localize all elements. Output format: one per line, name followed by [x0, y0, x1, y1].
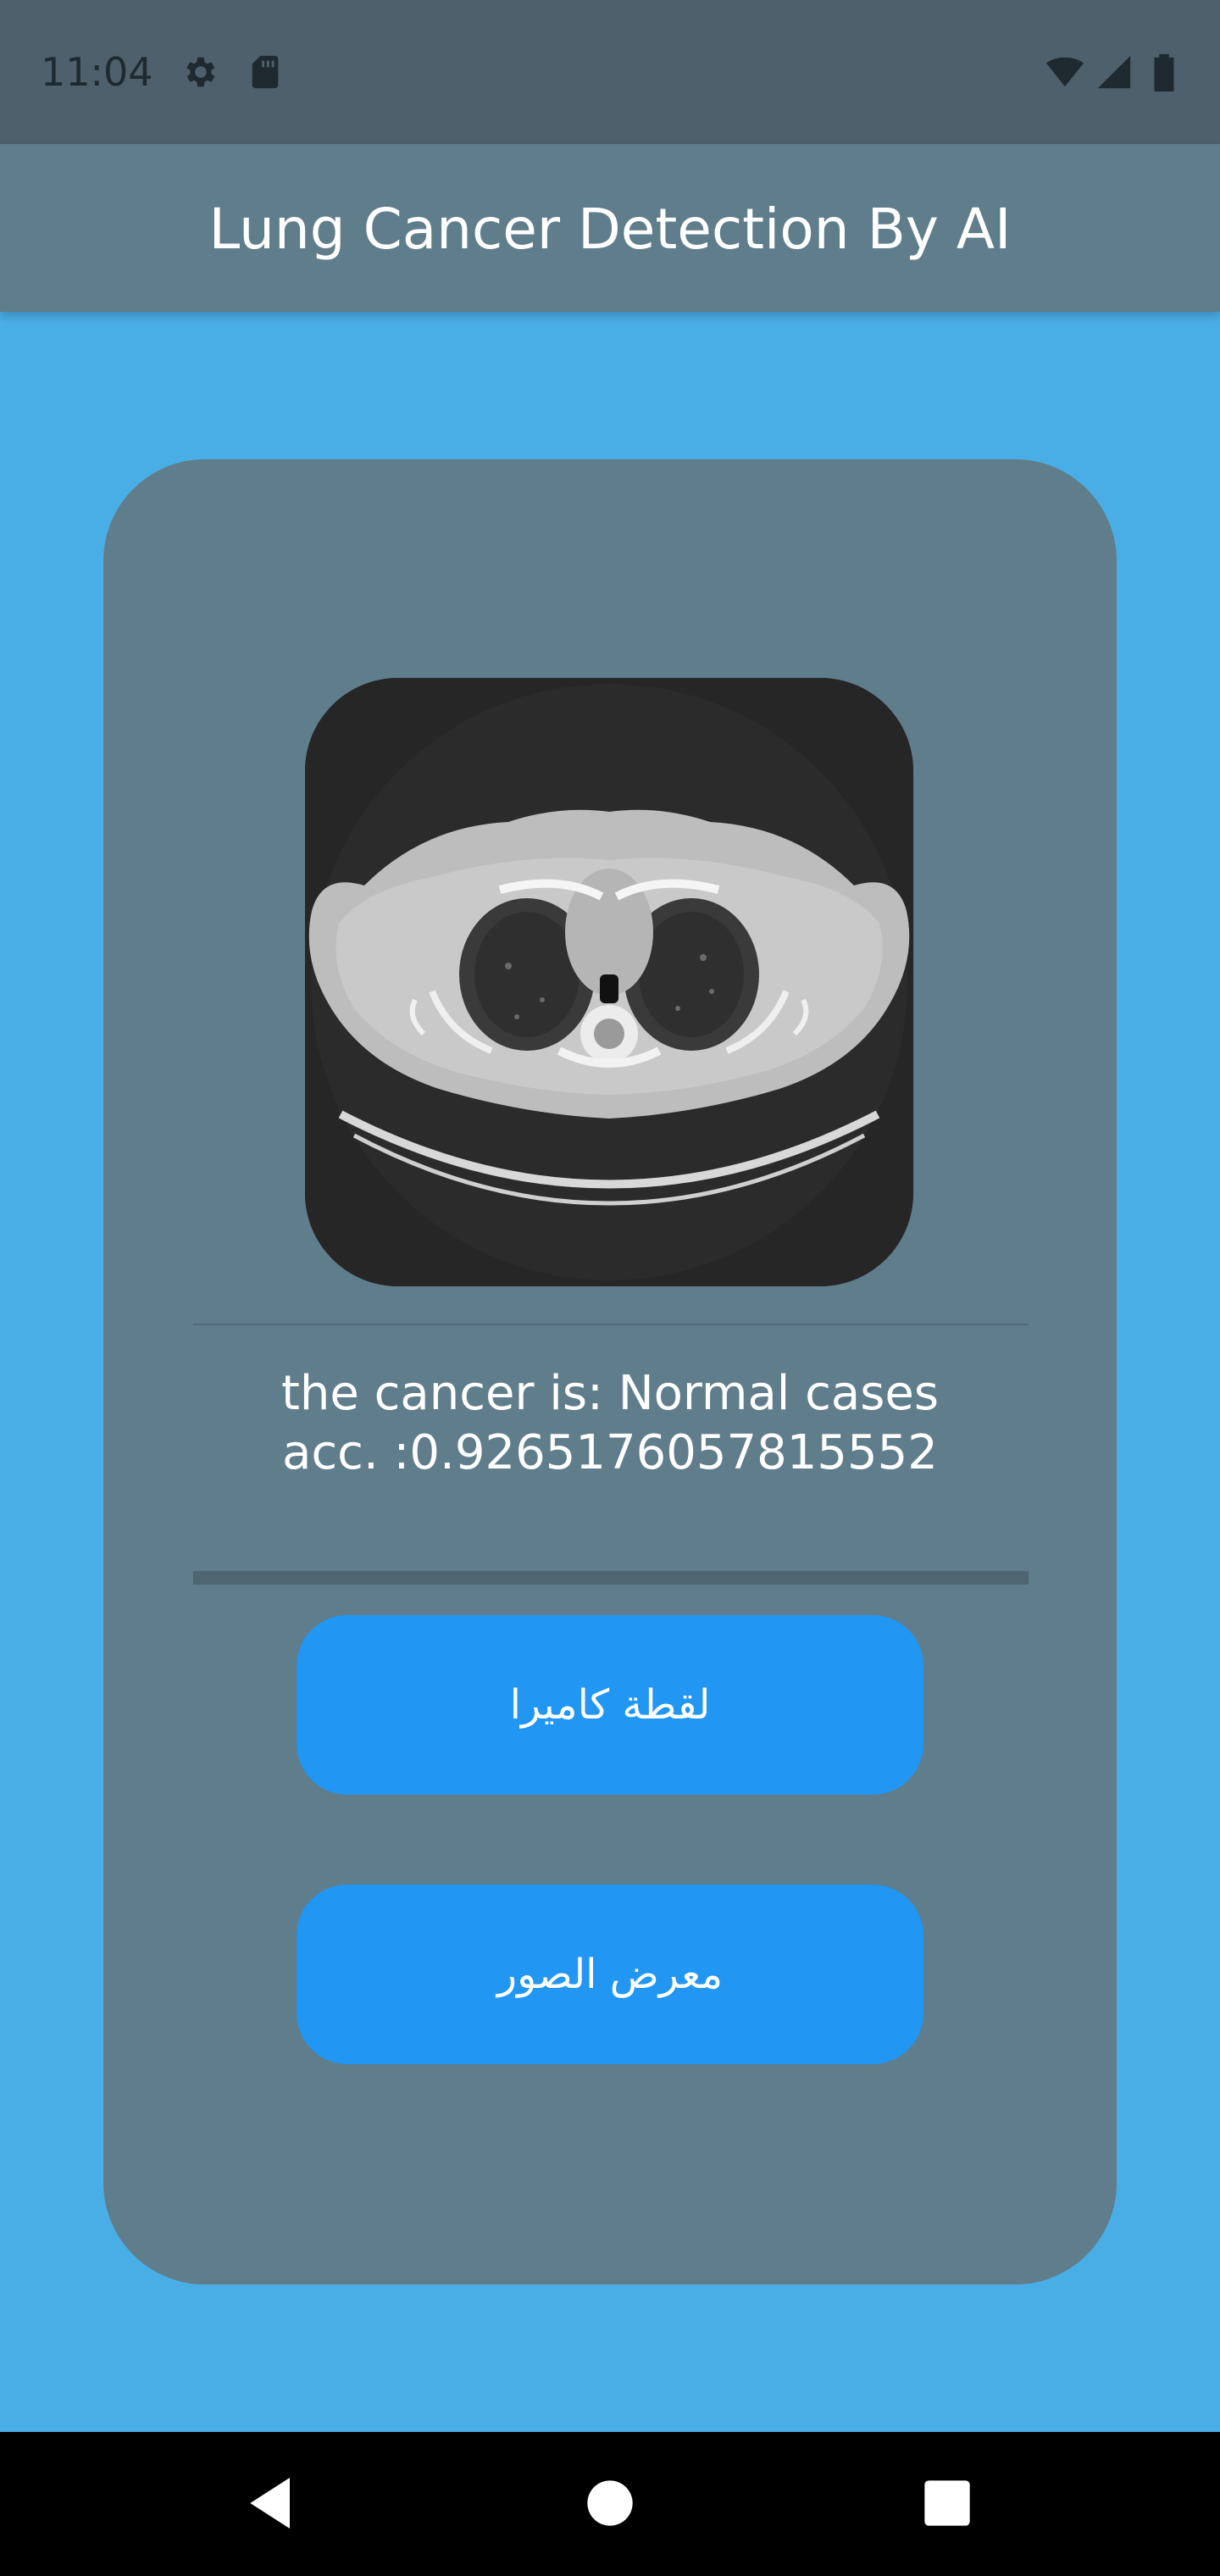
- gear-icon: [186, 57, 215, 87]
- back-icon[interactable]: [239, 2469, 307, 2537]
- gallery-button[interactable]: معرض الصور: [297, 1885, 923, 2064]
- progress-divider: [193, 1571, 1029, 1585]
- recents-icon[interactable]: [913, 2469, 981, 2537]
- wifi-icon: [1045, 57, 1084, 87]
- signal-icon: [1097, 55, 1131, 89]
- ct-scan-image: [305, 678, 913, 1286]
- main-card: the cancer is: Normal cases acc. :0.9265…: [103, 459, 1117, 2285]
- status-bar: 11:04: [0, 0, 1220, 144]
- ct-scan-illustration: [305, 678, 913, 1286]
- status-time: 11:04: [41, 49, 153, 95]
- home-icon[interactable]: [576, 2469, 644, 2537]
- battery-icon: [1154, 53, 1174, 92]
- divider: [193, 1324, 1029, 1325]
- sd-card-icon: [252, 55, 279, 89]
- prediction-result: the cancer is: Normal cases acc. :0.9265…: [103, 1364, 1117, 1483]
- app-bar: Lung Cancer Detection By AI: [0, 144, 1220, 312]
- prediction-label: the cancer is: Normal cases: [280, 1366, 940, 1421]
- camera-button[interactable]: لقطة كاميرا: [297, 1615, 923, 1795]
- prediction-accuracy: acc. :0.9265176057815552: [282, 1425, 938, 1480]
- navigation-bar: [0, 2432, 1220, 2576]
- app-title: Lung Cancer Detection By AI: [208, 197, 1012, 262]
